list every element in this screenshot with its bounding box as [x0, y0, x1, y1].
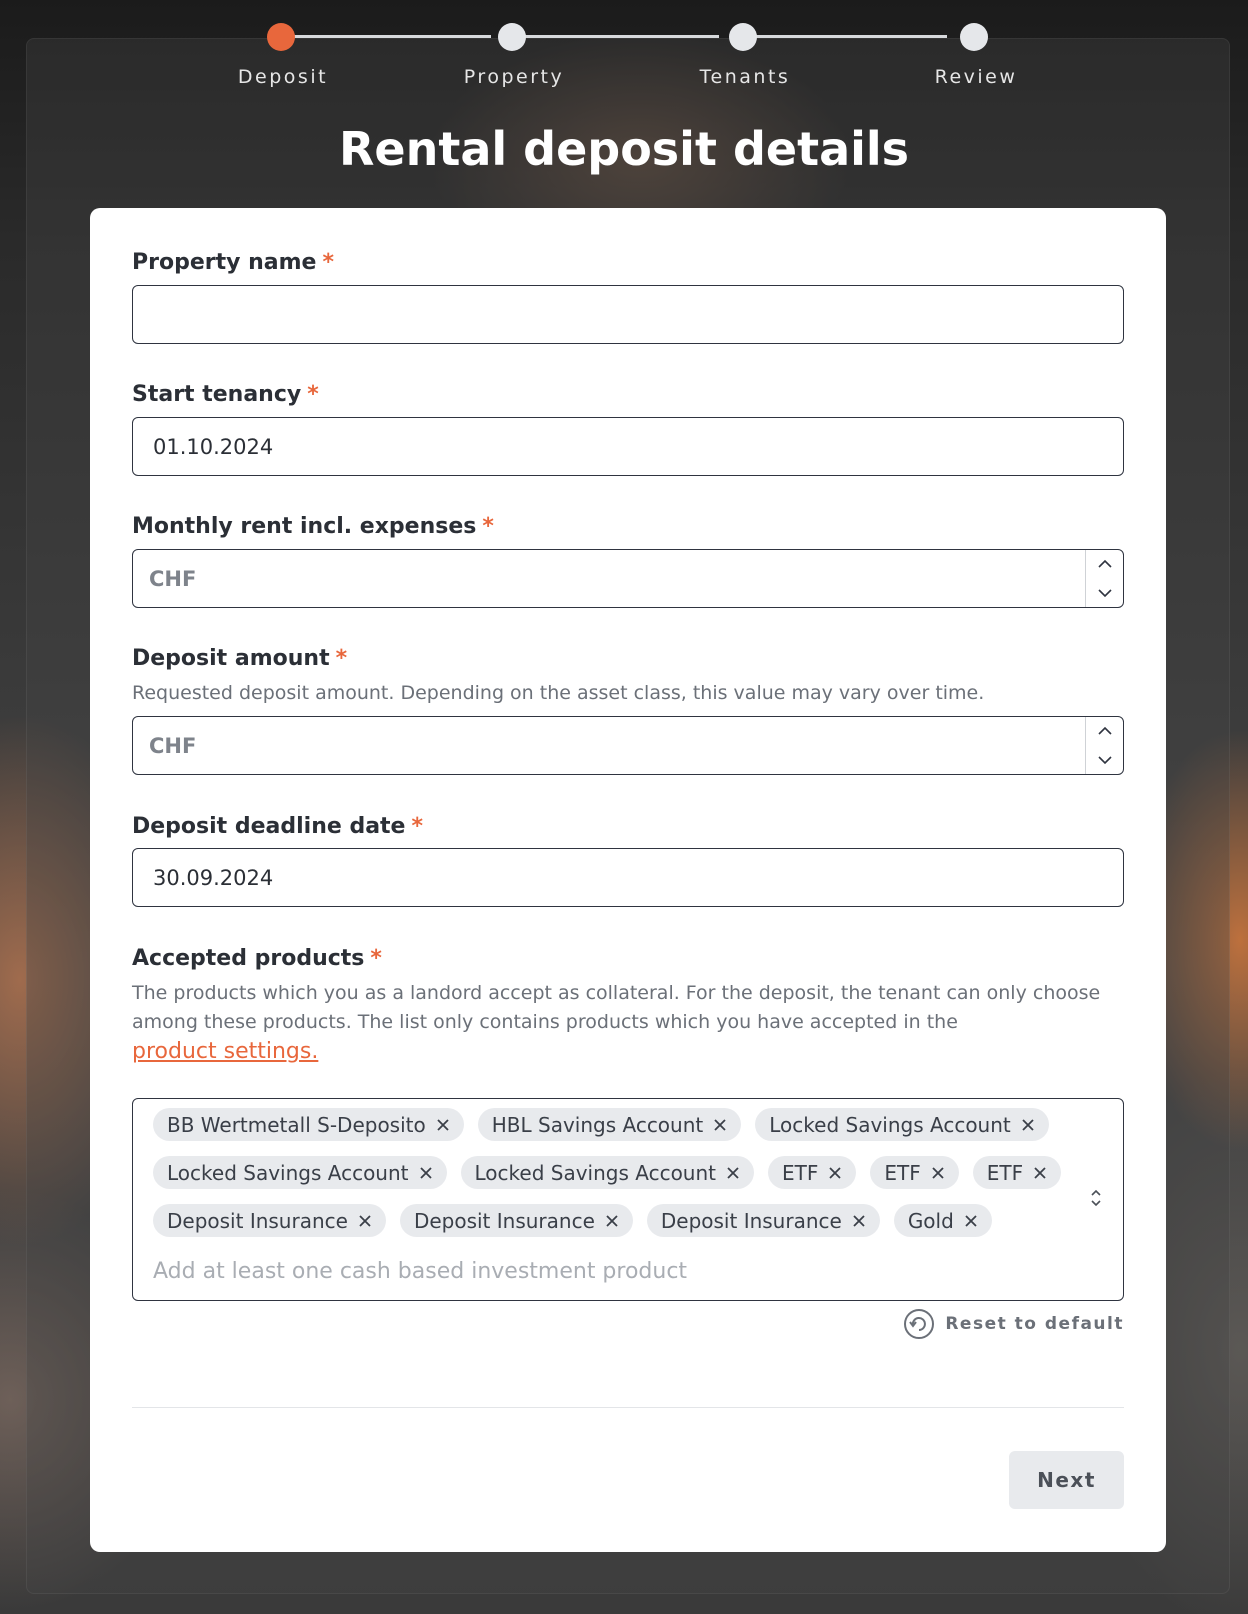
close-icon[interactable] — [419, 1166, 433, 1180]
step-dot-tenants[interactable] — [729, 23, 757, 51]
product-tag: Deposit Insurance — [646, 1204, 880, 1237]
deposit-deadline-label: Deposit deadline date * — [132, 814, 423, 839]
start-tenancy-input[interactable]: 01.10.2024 — [132, 417, 1124, 476]
required-asterisk: * — [335, 646, 348, 671]
product-tag: ETF — [768, 1156, 857, 1189]
chevron-up-down-icon[interactable] — [1089, 1187, 1103, 1209]
monthly-rent-label: Monthly rent incl. expenses * — [132, 514, 494, 539]
step-dot-review[interactable] — [960, 23, 988, 51]
step-label-deposit: Deposit — [237, 66, 329, 88]
product-tag: HBL Savings Account — [477, 1108, 742, 1141]
deposit-amount-help: Requested deposit amount. Depending on t… — [132, 682, 985, 704]
product-tag: Locked Savings Account — [755, 1108, 1049, 1141]
step-connector — [741, 35, 947, 38]
monthly-rent-stepper[interactable] — [1085, 550, 1123, 607]
chevron-down-icon[interactable] — [1097, 755, 1112, 765]
step-dot-property[interactable] — [498, 23, 526, 51]
required-asterisk: * — [482, 514, 494, 539]
stepper: Deposit Property Tenants Review — [0, 0, 1248, 100]
close-icon[interactable] — [852, 1214, 866, 1228]
page-title: Rental deposit details — [338, 122, 910, 176]
accepted-products-help: The products which you as a landord acce… — [132, 982, 1101, 1064]
required-asterisk: * — [322, 250, 334, 275]
step-dot-deposit[interactable] — [267, 23, 295, 51]
product-tag: Locked Savings Account — [460, 1156, 754, 1189]
deposit-amount-placeholder: CHF — [149, 733, 197, 758]
products-search-input[interactable]: Add at least one cash based investment p… — [153, 1259, 687, 1284]
deposit-amount-label: Deposit amount * — [132, 646, 348, 671]
deposit-deadline-input[interactable]: 30.09.2024 — [132, 848, 1124, 907]
deposit-deadline-value: 30.09.2024 — [153, 865, 274, 890]
reset-icon — [904, 1309, 935, 1339]
start-tenancy-value: 01.10.2024 — [153, 434, 274, 459]
close-icon[interactable] — [713, 1118, 727, 1132]
reset-to-default-button[interactable]: Reset to default — [903, 1308, 1124, 1340]
product-settings-link[interactable]: product settings. — [132, 1039, 318, 1064]
deposit-amount-input[interactable]: CHF — [132, 716, 1124, 775]
product-tag: Locked Savings Account — [153, 1156, 447, 1189]
step-label-review: Review — [934, 66, 1018, 88]
form-card: Property name * Start tenancy * 01.10.2024… — [90, 208, 1166, 1552]
tag-row: BB Wertmetall S-Deposito HBL Savings Acc… — [153, 1108, 1049, 1141]
close-icon[interactable] — [828, 1166, 842, 1180]
monthly-rent-input[interactable]: CHF — [132, 549, 1124, 608]
product-tag: ETF — [870, 1156, 959, 1189]
product-tag: BB Wertmetall S-Deposito — [153, 1108, 464, 1141]
monthly-rent-placeholder: CHF — [149, 566, 197, 591]
chevron-down-icon[interactable] — [1097, 588, 1112, 598]
close-icon[interactable] — [1021, 1118, 1035, 1132]
product-tag: Deposit Insurance — [399, 1204, 633, 1237]
divider — [132, 1407, 1124, 1408]
close-icon[interactable] — [358, 1214, 372, 1228]
accepted-products-multiselect[interactable]: BB Wertmetall S-Deposito HBL Savings Acc… — [132, 1098, 1124, 1301]
property-name-input[interactable] — [132, 285, 1124, 344]
close-icon[interactable] — [931, 1166, 945, 1180]
required-asterisk: * — [307, 382, 319, 407]
next-button[interactable]: Next — [1009, 1451, 1124, 1509]
step-label-property: Property — [463, 66, 565, 88]
close-icon[interactable] — [1033, 1166, 1047, 1180]
close-icon[interactable] — [605, 1214, 619, 1228]
step-connector — [285, 35, 491, 38]
product-tag: ETF — [972, 1156, 1062, 1189]
step-label-tenants: Tenants — [699, 66, 791, 88]
tag-row: Locked Savings Account Locked Savings Ac… — [153, 1156, 1062, 1189]
property-name-label: Property name * — [132, 250, 334, 275]
close-icon[interactable] — [436, 1118, 450, 1132]
required-asterisk: * — [370, 946, 382, 971]
step-connector — [513, 35, 719, 38]
reset-label: Reset to default — [945, 1314, 1124, 1334]
start-tenancy-label: Start tenancy * — [132, 382, 319, 407]
product-tag: Gold — [893, 1204, 992, 1237]
required-asterisk: * — [411, 814, 423, 839]
chevron-up-icon[interactable] — [1097, 559, 1112, 569]
product-tag: Deposit Insurance — [153, 1204, 386, 1237]
close-icon[interactable] — [726, 1166, 740, 1180]
chevron-up-icon[interactable] — [1097, 726, 1112, 736]
tag-row: Deposit Insurance Deposit Insurance Depo… — [153, 1204, 992, 1237]
close-icon[interactable] — [964, 1214, 978, 1228]
accepted-products-label: Accepted products * — [132, 946, 382, 971]
deposit-amount-stepper[interactable] — [1085, 717, 1123, 774]
